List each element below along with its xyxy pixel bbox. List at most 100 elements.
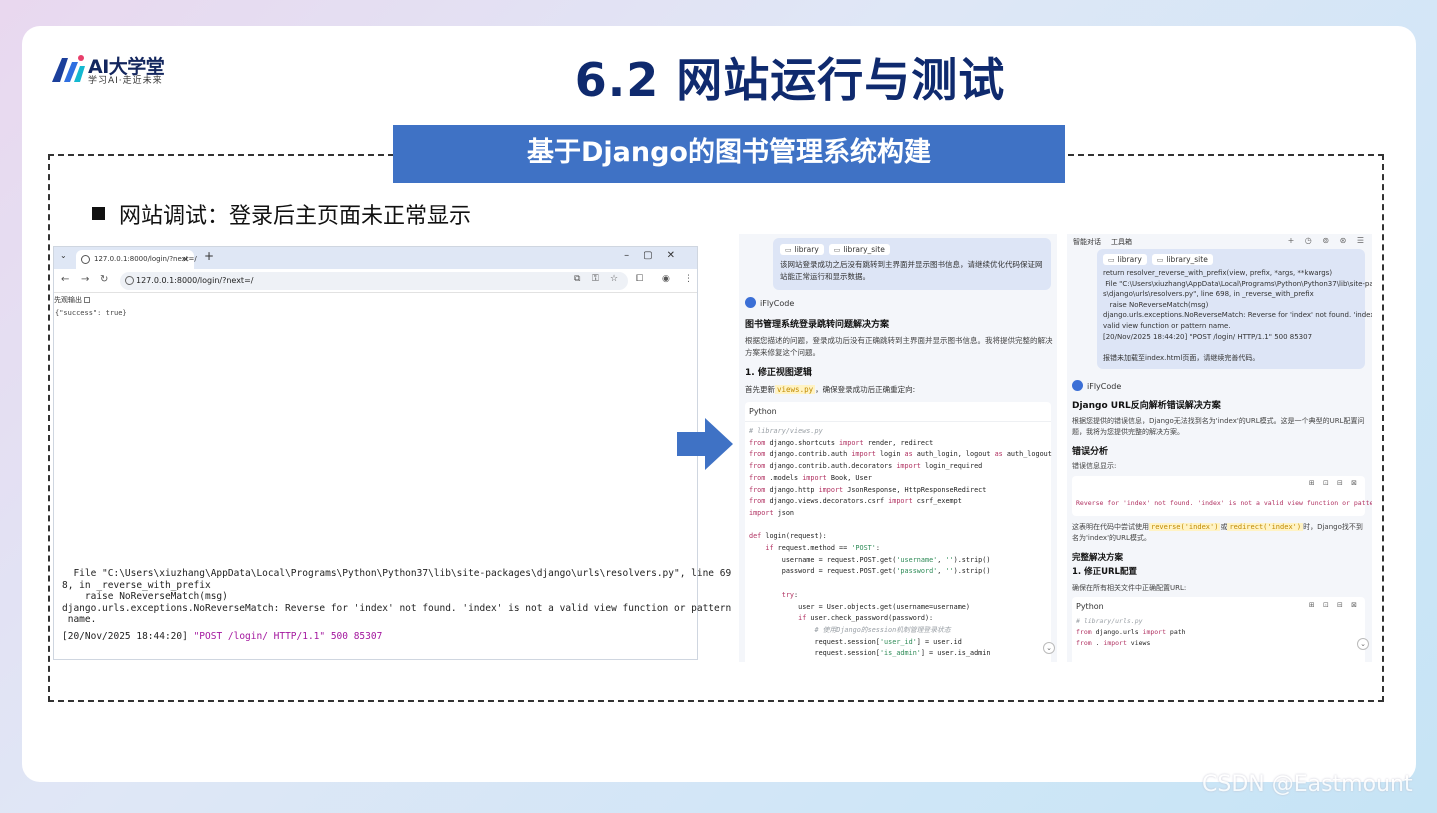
browser-tab[interactable]: 127.0.0.1:8000/login/?next=/ ✕	[76, 250, 197, 269]
code-line: if user.check_password(password):	[798, 614, 934, 623]
scroll-down-icon[interactable]: ⌄	[1357, 638, 1369, 650]
tab-toolbox[interactable]: 工具箱	[1111, 238, 1132, 246]
code-tools-icons[interactable]: ⊞ ⊡ ⊟ ⊠	[1309, 601, 1360, 609]
answer-description: 根据您提供的错误信息，Django无法找到名为'index'的URL模式。这是一…	[1072, 417, 1365, 436]
globe-icon	[81, 255, 90, 264]
code-line: def login(request):	[749, 532, 827, 541]
code-block: Python # library/views.py from django.sho…	[745, 402, 1052, 662]
assistant-name: iFlyCode	[1087, 382, 1122, 391]
code-line: # 使用Django的session机制管理登录状态	[749, 625, 951, 634]
iflycode-panel-1: library library_site 该网站登录成功之后没有跳转到主界面并显示…	[739, 234, 1057, 662]
translate-icon[interactable]: ⧉	[574, 274, 580, 284]
forward-icon[interactable]: →	[81, 274, 89, 285]
iflycode-icon	[745, 297, 756, 308]
extensions-icon[interactable]: ⧠	[636, 274, 643, 284]
logo-mark-icon	[52, 55, 85, 82]
code-line: # library/views.py	[749, 427, 823, 435]
terminal-line: File "C:\Users\xiuzhang\AppData\Local\Pr…	[62, 568, 732, 579]
user-message: 该网站登录成功之后没有跳转到主界面并显示图书信息，请继续优化代码保证网站能正常运…	[780, 260, 1043, 281]
back-icon[interactable]: ←	[61, 274, 69, 285]
bullet-point: 网站调试：登录后主页面未正常显示	[92, 198, 471, 230]
code-language: Python	[1076, 602, 1104, 611]
iflycode-panel-2: 智能对话 工具箱 + ◷ ⊚ ⊛ ☰ library library_site re…	[1067, 234, 1372, 662]
assistant-header: iFlyCode	[1072, 380, 1121, 391]
code-content: # library/urls.py from django.urls import…	[1072, 616, 1365, 653]
terminal-line: django.urls.exceptions.NoReverseMatch: R…	[62, 602, 732, 614]
user-message-bubble: library library_site return resolver_reve…	[1097, 249, 1372, 369]
profile-avatar[interactable]: ◉	[662, 274, 670, 284]
menu-icon[interactable]: ⋮	[684, 274, 693, 284]
json-response: {"success": true}	[55, 309, 127, 317]
site-info-icon[interactable]	[125, 276, 134, 285]
terminal-request: "POST /login/ HTTP/1.1" 500 85307	[193, 630, 383, 642]
context-chip[interactable]: library	[1103, 254, 1147, 265]
logo-subtitle: 学习AI·走近未来	[88, 76, 163, 86]
error-explanation: 这表明在代码中尝试使用 reverse('index') 或 redirect('in…	[1072, 522, 1368, 544]
code-tools-icons[interactable]: ⊞ ⊡ ⊟ ⊠	[1309, 479, 1360, 487]
watermark: CSDN @Eastmount	[1202, 772, 1413, 797]
code-line: from django.contrib.auth import login as…	[749, 450, 1052, 459]
user-message: return resolver_reverse_with_prefix(view…	[1103, 269, 1372, 362]
context-chip[interactable]: library_site	[828, 244, 890, 255]
section-banner: 基于Django的图书管理系统构建	[393, 125, 1065, 183]
error-text: Reverse for 'index' not found. 'index' i…	[1076, 499, 1372, 507]
context-chip[interactable]: library_site	[1151, 254, 1213, 265]
panel-tabs: 智能对话 工具箱	[1073, 237, 1142, 247]
answer-section-heading: 1. 修正视图逻辑	[745, 368, 812, 378]
answer-text: ，确保登录成功后正确重定向:	[815, 385, 916, 394]
context-chip[interactable]: library	[780, 244, 824, 255]
tab-close-icon[interactable]: ✕	[182, 250, 189, 269]
window-controls[interactable]: –▢✕	[624, 250, 689, 261]
key-icon[interactable]: ⚿	[592, 274, 599, 284]
code-line: username = request.POST.get('username', …	[749, 555, 991, 564]
code-line: from django.shortcuts import render, red…	[749, 438, 934, 447]
address-url: 127.0.0.1:8000/login/?next=/	[136, 276, 254, 285]
answer-heading: Django URL反向解析错误解决方案	[1072, 401, 1221, 411]
answer-description: 根据您描述的问题，登录成功后没有正确跳转到主界面并显示图书信息。我将提供完整的解…	[745, 336, 1053, 357]
address-bar[interactable]: 127.0.0.1:8000/login/?next=/	[120, 272, 628, 290]
error-code-block: ⊞ ⊡ ⊟ ⊠ Reverse for 'index' not found. '…	[1072, 476, 1372, 516]
reload-icon[interactable]: ↻	[100, 274, 108, 285]
code-line: import json	[749, 508, 795, 517]
error-analysis-heading: 错误分析	[1072, 447, 1109, 457]
logo: AI大学堂 学习AI·走近未来	[50, 52, 190, 86]
code-line: password = request.POST.get('password', …	[749, 567, 991, 576]
code-line: # library/urls.py	[1076, 617, 1143, 625]
bullet-square-icon	[92, 207, 105, 220]
right-arrow-icon	[677, 418, 733, 470]
answer-text: 这表明在代码中尝试使用	[1072, 523, 1149, 531]
code-line: if request.method == 'POST':	[765, 544, 880, 553]
browser-nav-bar: ← → ↻ 127.0.0.1:8000/login/?next=/ ⧉ ⚿ ☆…	[54, 269, 697, 293]
code-line: from . import views	[1076, 639, 1151, 647]
config-instruction: 确保在所有相关文件中正确配置URL:	[1072, 584, 1187, 592]
inline-code: views.py	[775, 385, 816, 394]
code-line: from django.http import JsonResponse, Ht…	[749, 485, 987, 494]
tab-list-chevron-icon[interactable]: ⌄	[60, 251, 67, 260]
code-line: try:	[781, 590, 799, 599]
code-content: # library/views.py from django.shortcuts …	[745, 422, 1052, 662]
solution-heading: 完整解决方案	[1072, 553, 1124, 563]
error-label: 错误信息显示:	[1072, 462, 1117, 470]
code-language-row: Python ⊞ ⊡ ⊟ ⊠	[1072, 597, 1365, 616]
star-icon[interactable]: ☆	[610, 274, 618, 284]
terminal-timestamp: [20/Nov/2025 18:44:20]	[62, 630, 194, 642]
assistant-name: iFlyCode	[760, 299, 795, 308]
terminal-line: 8, in _reverse_with_prefix	[62, 579, 211, 591]
inline-code: redirect('index')	[1227, 523, 1304, 531]
browser-tab-bar: ⌄ 127.0.0.1:8000/login/?next=/ ✕ + –▢✕	[54, 247, 697, 269]
tab-chat[interactable]: 智能对话	[1073, 238, 1101, 246]
scroll-down-icon[interactable]: ⌄	[1043, 642, 1055, 654]
code-line: from django.contrib.auth.decorators impo…	[749, 462, 983, 471]
panel-toolbar-icons[interactable]: + ◷ ⊚ ⊛ ☰	[1288, 236, 1368, 245]
user-message-bubble: library library_site 该网站登录成功之后没有跳转到主界面并显示…	[773, 238, 1051, 290]
answer-heading: 图书管理系统登录跳转问题解决方案	[745, 320, 890, 330]
terminal-output: File "C:\Users\xiuzhang\AppData\Local\Pr…	[62, 568, 732, 642]
pretty-print-checkbox[interactable]	[84, 297, 91, 303]
slide-title: 6.2 网站运行与测试	[574, 53, 1006, 107]
code-line: request.session['user_id'] = user.id	[749, 637, 962, 646]
terminal-line: raise NoReverseMatch(msg)	[62, 591, 228, 602]
new-tab-icon[interactable]: +	[204, 249, 214, 263]
code-line: from .models import Book, User	[749, 473, 872, 482]
pretty-print-toggle[interactable]: 先观输出	[54, 293, 697, 305]
